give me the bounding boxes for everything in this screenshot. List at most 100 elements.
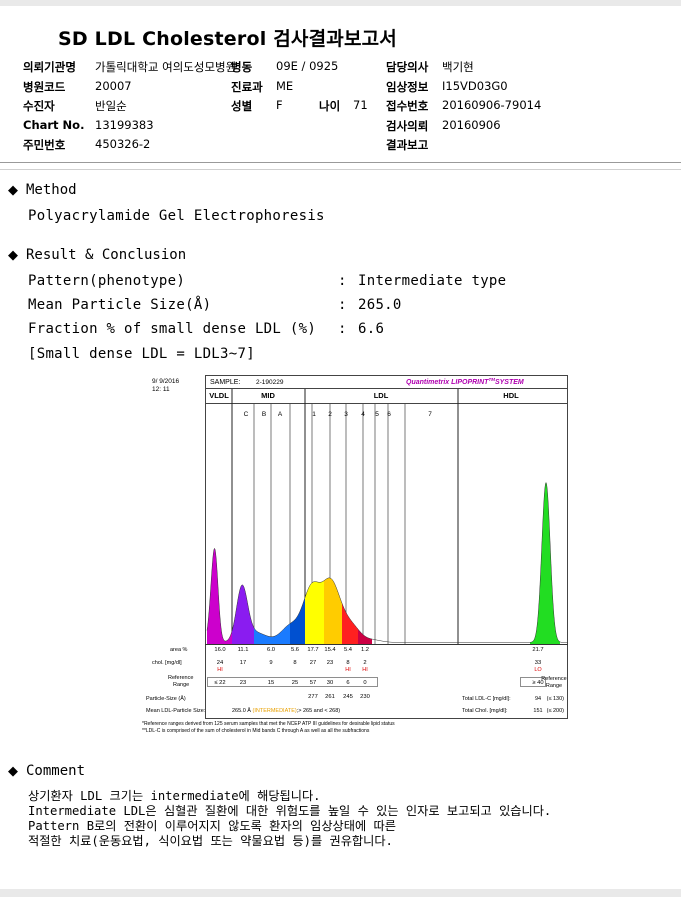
- band-label-C: C: [244, 411, 249, 418]
- flag-HDL: LO: [534, 667, 542, 673]
- field-label: Chart No.: [23, 118, 85, 132]
- sdldl-fraction-label: Fraction % of small dense LDL (%): [28, 321, 317, 337]
- field-value: 13199383: [95, 118, 154, 132]
- trace-hdl: [530, 482, 560, 644]
- particle-size-value: 265.0: [358, 297, 402, 313]
- pattern-colon: :: [338, 273, 347, 289]
- flag-VLDL: HI: [217, 667, 223, 673]
- trace-outline: [206, 481, 568, 643]
- ref-value-4: 0: [363, 680, 366, 686]
- footnote-1: *Reference ranges derived from 125 serum…: [142, 721, 395, 727]
- field-value: 09E / 0925: [276, 59, 339, 73]
- field-label: 검사의뢰: [386, 119, 429, 133]
- pattern-label: Pattern(phenotype): [28, 273, 186, 289]
- total-chol-value: 151: [533, 708, 542, 714]
- field-value: 20007: [95, 79, 132, 93]
- chol-value-1: 27: [310, 660, 316, 666]
- size-value-3: 245: [343, 694, 353, 700]
- ref-value-2: 30: [327, 680, 333, 686]
- total-chol-ref: (≤ 200): [547, 708, 565, 714]
- band-label-1: 1: [312, 411, 316, 418]
- chol-value-VLDL: 24: [217, 660, 224, 666]
- field-label: 수진자: [23, 99, 55, 113]
- diamond-bullet-icon: ◆: [8, 183, 18, 198]
- ref-value-3: 6: [346, 680, 349, 686]
- zone-label-mid: MID: [261, 391, 275, 400]
- header-divider-2: [0, 169, 681, 170]
- chart-time: 12: 11: [152, 386, 170, 393]
- field-label: 의뢰기관명: [23, 60, 76, 74]
- field-value: 20160906-79014: [442, 98, 542, 112]
- chol-value-A: 8: [293, 660, 296, 666]
- diamond-bullet-icon: ◆: [8, 764, 18, 779]
- row-label-particle: Particle-Size (Å): [146, 695, 186, 702]
- field-value: 20160906: [442, 118, 501, 132]
- mean-range: ;> 265 and < 268): [297, 708, 341, 714]
- chol-value-3: 8: [346, 660, 349, 666]
- field-label: 임상정보: [386, 80, 429, 94]
- field-label: 주민번호: [23, 138, 66, 152]
- flag-4: HI: [362, 667, 368, 673]
- chol-value-B: 9: [269, 660, 272, 666]
- band-label-2: 2: [328, 411, 332, 418]
- row-label-mean: Mean LDL-Particle Size:: [146, 708, 206, 714]
- band-label-B: B: [262, 411, 266, 418]
- particle-size-colon: :: [338, 297, 347, 313]
- area-value-C: 11.1: [238, 647, 249, 653]
- area-value-4: 1.2: [361, 647, 369, 653]
- bottom-edge: [0, 889, 681, 897]
- area-value-1: 17.7: [307, 647, 318, 653]
- band-label-A: A: [278, 411, 283, 418]
- band-label-6: 6: [387, 411, 391, 418]
- field-value: 반일순: [95, 99, 127, 113]
- field-label: 접수번호: [386, 99, 429, 113]
- zone-label-hdl: HDL: [503, 391, 519, 400]
- area-value-VLDL: 16.0: [214, 647, 225, 653]
- ref-value-HDL: ≥ 40: [532, 680, 543, 686]
- row-label-range-right: Range: [546, 683, 562, 689]
- comment-line-4: 적절한 치료(운동요법, 식이요법 또는 약물요법 등)를 권유합니다.: [28, 834, 393, 848]
- area-value-B: 6.0: [267, 647, 275, 653]
- sdldl-fraction-value: 6.6: [358, 321, 385, 337]
- field-label: 병원코드: [23, 80, 66, 94]
- flag-3: HI: [345, 667, 351, 673]
- field-label: 병동: [231, 60, 253, 74]
- total-ldl-label: Total LDL-C [mg/dl]:: [462, 696, 511, 702]
- brand-suffix: SYSTEM: [495, 379, 524, 386]
- band-label-3: 3: [344, 411, 348, 418]
- pattern-value: Intermediate type: [358, 273, 507, 289]
- report-title: SD LDL Cholesterol 검사결과보고서: [58, 28, 397, 50]
- field-value: F: [276, 98, 283, 112]
- size-value-2: 261: [325, 694, 335, 700]
- row-label-range: Range: [173, 682, 189, 688]
- header-divider: [0, 162, 681, 163]
- band-label-4: 4: [361, 411, 365, 418]
- brand-label: Quantimetrix LIPOPRINTTMSYSTEM: [406, 377, 524, 386]
- field-label: 진료과: [231, 80, 263, 94]
- field-label: 결과보고: [386, 138, 429, 152]
- footnote-2: **LDL-C is comprised of the sum of chole…: [142, 728, 370, 734]
- total-ldl-value: 94: [535, 696, 541, 702]
- chol-value-C: 17: [240, 660, 246, 666]
- particle-size-label: Mean Particle Size(Å): [28, 297, 212, 313]
- field-label: 성별: [231, 99, 253, 113]
- comment-heading: ◆ Comment: [8, 763, 86, 779]
- area-value-HDL: 21.7: [532, 647, 543, 653]
- ref-value-1: 57: [310, 680, 316, 686]
- mean-intermediate: (INTERMEDIATE): [253, 708, 297, 714]
- size-value-1: 277: [308, 694, 318, 700]
- size-value-4: 230: [360, 694, 370, 700]
- field-value: 백기현: [442, 60, 474, 74]
- total-ldl-ref: (≤ 130): [547, 696, 565, 702]
- ref-value-B: 15: [268, 680, 274, 686]
- row-label-ref-right: Reference: [541, 676, 566, 682]
- row-label-ref: Reference: [168, 675, 193, 681]
- mean-size-value: 265.0 Å (INTERMEDIATE);> 265 and < 268): [232, 707, 340, 714]
- result-heading: ◆ Result & Conclusion: [8, 247, 187, 263]
- lipoprint-chart: 9/ 9/201612: 11 SAMPLE: 2-190229 Quantimetr…: [142, 375, 568, 734]
- ref-value-VLDL: ≤ 22: [214, 680, 225, 686]
- chol-value-2: 23: [327, 660, 333, 666]
- method-heading: ◆ Method: [8, 182, 77, 198]
- area-value-A: 5.6: [291, 647, 299, 653]
- sdldl-fraction-colon: :: [338, 321, 347, 337]
